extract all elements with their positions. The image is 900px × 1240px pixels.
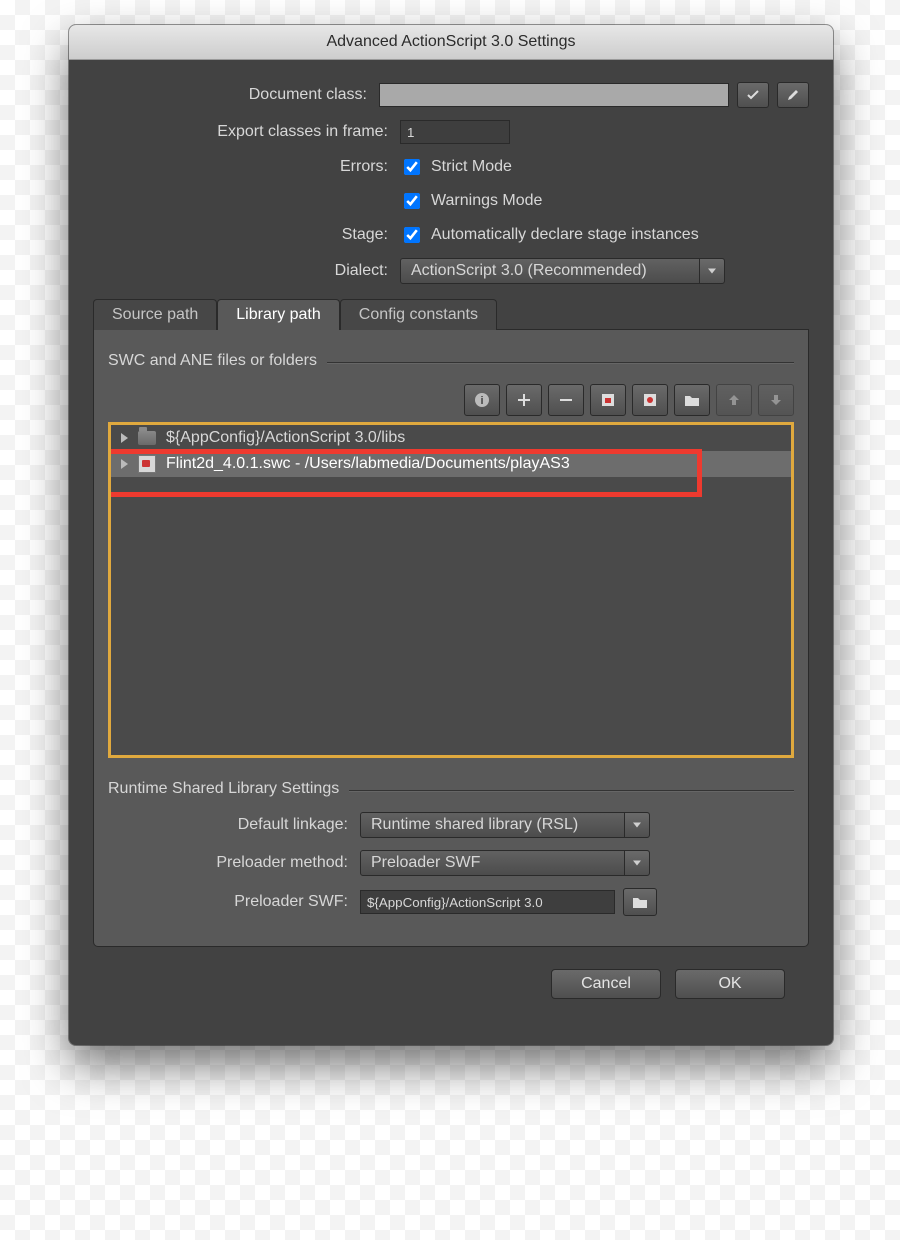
default-linkage-label: Default linkage:	[108, 816, 360, 834]
tabs: Source path Library path Config constant…	[93, 298, 809, 330]
export-frame-input[interactable]	[400, 120, 510, 144]
preloader-method-value: Preloader SWF	[371, 854, 480, 872]
library-toolbar: i	[108, 384, 794, 416]
folder-icon	[138, 431, 156, 445]
warnings-mode-text: Warnings Mode	[431, 192, 542, 210]
document-class-input[interactable]	[379, 83, 729, 107]
expand-icon[interactable]	[121, 459, 128, 469]
browse-preloader-button[interactable]	[623, 888, 657, 916]
ok-button[interactable]: OK	[675, 969, 785, 999]
list-item-label: Flint2d_4.0.1.swc - /Users/labmedia/Docu…	[166, 455, 570, 473]
document-class-label: Document class:	[93, 86, 379, 104]
cancel-button[interactable]: Cancel	[551, 969, 661, 999]
strict-mode-text: Strict Mode	[431, 158, 512, 176]
dialect-label: Dialect:	[93, 262, 400, 280]
declare-stage-checkbox[interactable]: Automatically declare stage instances	[400, 224, 699, 246]
swc-group-header: SWC and ANE files or folders	[108, 352, 794, 370]
rsl-section-title: Runtime Shared Library Settings	[108, 780, 349, 797]
expand-icon[interactable]	[121, 433, 128, 443]
warnings-mode-checkbox[interactable]: Warnings Mode	[400, 190, 542, 212]
library-list[interactable]: ${AppConfig}/ActionScript 3.0/libs Flint…	[108, 422, 794, 758]
dialog-footer: Cancel OK	[93, 947, 809, 1025]
settings-dialog: Advanced ActionScript 3.0 Settings Docum…	[69, 25, 833, 1045]
swc-file-icon	[138, 455, 156, 473]
move-down-button[interactable]	[758, 384, 794, 416]
tab-library-path[interactable]: Library path	[217, 299, 340, 330]
svg-text:i: i	[480, 395, 483, 407]
tab-source-path[interactable]: Source path	[93, 299, 217, 330]
swc-group-title: SWC and ANE files or folders	[108, 352, 327, 369]
edit-class-button[interactable]	[777, 82, 809, 108]
chevron-down-icon	[633, 823, 641, 828]
errors-label: Errors:	[93, 158, 400, 176]
declare-stage-text: Automatically declare stage instances	[431, 226, 699, 244]
dialect-dropdown[interactable]: ActionScript 3.0 (Recommended)	[400, 258, 725, 284]
browse-folder-button[interactable]	[674, 384, 710, 416]
remove-button[interactable]	[548, 384, 584, 416]
library-path-panel: SWC and ANE files or folders i	[93, 330, 809, 947]
rsl-section: Runtime Shared Library Settings Default …	[108, 780, 794, 916]
export-frame-label: Export classes in frame:	[93, 123, 400, 141]
preloader-method-label: Preloader method:	[108, 854, 360, 872]
browse-swc-button[interactable]	[590, 384, 626, 416]
browse-ane-button[interactable]	[632, 384, 668, 416]
chevron-down-icon	[633, 861, 641, 866]
confirm-class-button[interactable]	[737, 82, 769, 108]
list-item[interactable]: Flint2d_4.0.1.swc - /Users/labmedia/Docu…	[111, 451, 791, 477]
default-linkage-value: Runtime shared library (RSL)	[371, 816, 578, 834]
strict-mode-checkbox[interactable]: Strict Mode	[400, 156, 512, 178]
list-item-label: ${AppConfig}/ActionScript 3.0/libs	[166, 429, 405, 447]
window-title: Advanced ActionScript 3.0 Settings	[326, 33, 575, 51]
tab-config-constants[interactable]: Config constants	[340, 299, 497, 330]
stage-label: Stage:	[93, 226, 400, 244]
dialog-body: Document class: Export classes in frame:…	[69, 60, 833, 1045]
add-button[interactable]	[506, 384, 542, 416]
default-linkage-dropdown[interactable]: Runtime shared library (RSL)	[360, 812, 650, 838]
preloader-method-dropdown[interactable]: Preloader SWF	[360, 850, 650, 876]
preloader-swf-label: Preloader SWF:	[108, 893, 360, 911]
preloader-swf-input[interactable]	[360, 890, 615, 914]
move-up-button[interactable]	[716, 384, 752, 416]
list-item[interactable]: ${AppConfig}/ActionScript 3.0/libs	[111, 425, 791, 451]
titlebar: Advanced ActionScript 3.0 Settings	[69, 25, 833, 60]
info-button[interactable]: i	[464, 384, 500, 416]
dialect-value: ActionScript 3.0 (Recommended)	[411, 262, 647, 280]
chevron-down-icon	[708, 269, 716, 274]
